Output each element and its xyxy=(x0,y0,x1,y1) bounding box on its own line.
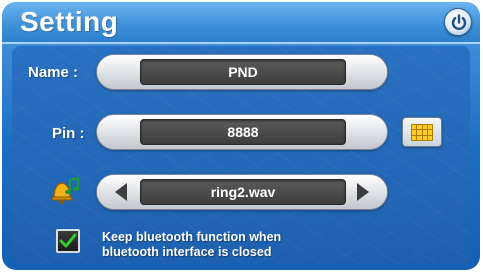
arrow-right-icon xyxy=(357,183,369,201)
pin-input[interactable]: 8888 xyxy=(140,119,346,145)
keypad-button[interactable] xyxy=(402,117,442,147)
ringtone-next-button[interactable] xyxy=(350,178,376,206)
keypad-icon xyxy=(411,124,433,141)
name-input[interactable]: PND xyxy=(140,59,346,85)
arrow-left-icon xyxy=(115,183,127,201)
power-icon xyxy=(451,14,467,30)
keep-bluetooth-line2: bluetooth interface is closed xyxy=(102,245,272,259)
ringtone-value: ring2.wav xyxy=(140,179,346,205)
pin-label: Pin : xyxy=(52,125,85,142)
header-bar: Setting xyxy=(2,2,480,44)
keep-bluetooth-checkbox[interactable] xyxy=(56,229,80,253)
power-button[interactable] xyxy=(444,8,472,36)
page-title: Setting xyxy=(20,6,119,37)
check-icon xyxy=(59,233,77,248)
ringtone-prev-button[interactable] xyxy=(108,178,134,206)
bell-music-icon xyxy=(51,176,80,205)
keep-bluetooth-line1: Keep bluetooth function when xyxy=(102,230,282,244)
settings-window: Setting Name : PND Pin : 8888 ring2.wav … xyxy=(0,0,483,273)
name-label: Name : xyxy=(28,64,79,81)
keep-bluetooth-label: Keep bluetooth function when bluetooth i… xyxy=(102,230,362,260)
